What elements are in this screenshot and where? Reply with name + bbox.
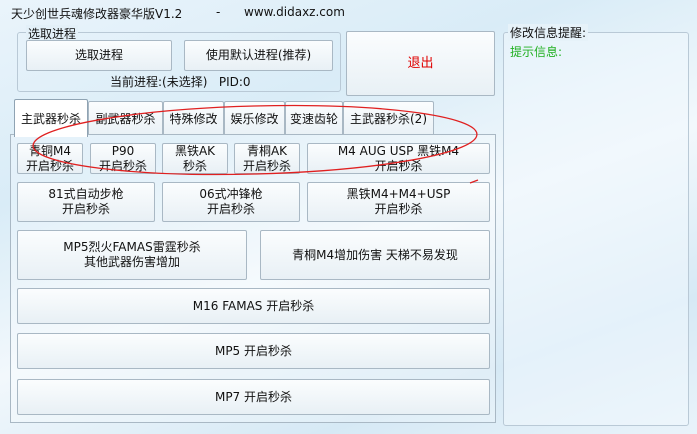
tab-fun-mod[interactable]: 娱乐修改 [224, 101, 285, 135]
button-line-2: 开启秒杀 [25, 158, 74, 173]
process-status: 当前进程:(未选择) PID:0 [110, 75, 251, 89]
tab-special-mod[interactable]: 特殊修改 [163, 101, 224, 135]
title-dash: - [216, 5, 221, 19]
black-iron-ak-kill-button[interactable]: 黑铁AK 秒杀 [162, 143, 228, 174]
button-line-1: M4 AUG USP 黑铁M4 [337, 143, 460, 158]
button-line-1: MP5 开启秒杀 [214, 343, 293, 358]
bronze-m4-kill-button[interactable]: 青铜M4 开启秒杀 [17, 143, 83, 174]
button-line-1: 黑铁M4+M4+USP [346, 187, 451, 201]
bronze-ak-kill-button[interactable]: 青桐AK 开启秒杀 [234, 143, 300, 174]
m16-famas-kill-button[interactable]: M16 FAMAS 开启秒杀 [17, 288, 490, 324]
black-iron-m4-usp-kill-button[interactable]: 黑铁M4+M4+USP 开启秒杀 [307, 182, 490, 222]
tab-secondary-kill[interactable]: 副武器秒杀 [88, 101, 163, 135]
tab-label: 娱乐修改 [230, 112, 279, 126]
select-process-label: 选取进程 [74, 48, 123, 62]
info-group: 修改信息提醒: 提示信息: [503, 24, 689, 426]
tab-label: 主武器秒杀 [20, 112, 81, 126]
button-line-2: 开启秒杀 [242, 158, 291, 173]
button-line-1: 81式自动步枪 [48, 187, 124, 201]
button-line-2: 秒杀 [182, 158, 207, 173]
p90-kill-button[interactable]: P90 开启秒杀 [90, 143, 156, 174]
button-line-1: MP5烈火FAMAS雷霆秒杀 [63, 240, 201, 254]
bronze-m4-damage-button[interactable]: 青桐M4增加伤害 天梯不易发现 [260, 230, 490, 280]
m4-aug-usp-kill-button[interactable]: M4 AUG USP 黑铁M4 开启秒杀 [307, 143, 490, 174]
button-line-1: P90 [111, 143, 135, 158]
tab-primary-kill-2[interactable]: 主武器秒杀(2) [343, 101, 434, 135]
button-line-1: 青桐AK [246, 143, 288, 158]
mp5-famas-kill-button[interactable]: MP5烈火FAMAS雷霆秒杀 其他武器伤害增加 [17, 230, 247, 280]
tab-label: 变速齿轮 [289, 112, 338, 126]
button-line-1: MP7 开启秒杀 [214, 389, 293, 404]
exit-button[interactable]: 退出 [346, 31, 495, 96]
mp7-kill-button[interactable]: MP7 开启秒杀 [17, 379, 490, 415]
exit-label: 退出 [407, 56, 434, 71]
button-line-2: 开启秒杀 [61, 202, 110, 216]
window-title: 天少创世兵魂修改器豪华版V1.2 [11, 7, 183, 21]
type81-rifle-kill-button[interactable]: 81式自动步枪 开启秒杀 [17, 182, 155, 222]
default-process-button[interactable]: 使用默认进程(推荐) [184, 40, 333, 71]
website-url: www.didaxz.com [244, 5, 345, 19]
tab-primary-kill[interactable]: 主武器秒杀 [14, 99, 88, 137]
prompt-label: 提示信息: [510, 45, 563, 59]
type06-smg-kill-button[interactable]: 06式冲锋枪 开启秒杀 [162, 182, 300, 222]
title-bar: 天少创世兵魂修改器豪华版V1.2 - www.didaxz.com [0, 0, 697, 26]
select-process-button[interactable]: 选取进程 [26, 40, 172, 71]
button-line-1: 黑铁AK [174, 143, 216, 158]
button-line-2: 其他武器伤害增加 [83, 255, 180, 269]
button-line-1: 06式冲锋枪 [199, 187, 263, 201]
button-line-2: 开启秒杀 [374, 158, 423, 173]
button-line-2: 开启秒杀 [374, 202, 423, 216]
button-line-1: 青桐M4增加伤害 天梯不易发现 [292, 247, 458, 262]
tab-label: 特殊修改 [169, 112, 218, 126]
tab-label: 主武器秒杀(2) [350, 112, 427, 126]
default-process-label: 使用默认进程(推荐) [205, 48, 312, 62]
button-line-2: 开启秒杀 [98, 158, 147, 173]
button-line-1: M16 FAMAS 开启秒杀 [192, 298, 315, 313]
info-group-label: 修改信息提醒: [508, 24, 589, 41]
tab-speed-gear[interactable]: 变速齿轮 [285, 101, 343, 135]
button-line-2: 开启秒杀 [206, 202, 255, 216]
button-line-1: 青铜M4 [29, 143, 71, 158]
mp5-kill-button[interactable]: MP5 开启秒杀 [17, 333, 490, 369]
tab-label: 副武器秒杀 [95, 112, 156, 126]
